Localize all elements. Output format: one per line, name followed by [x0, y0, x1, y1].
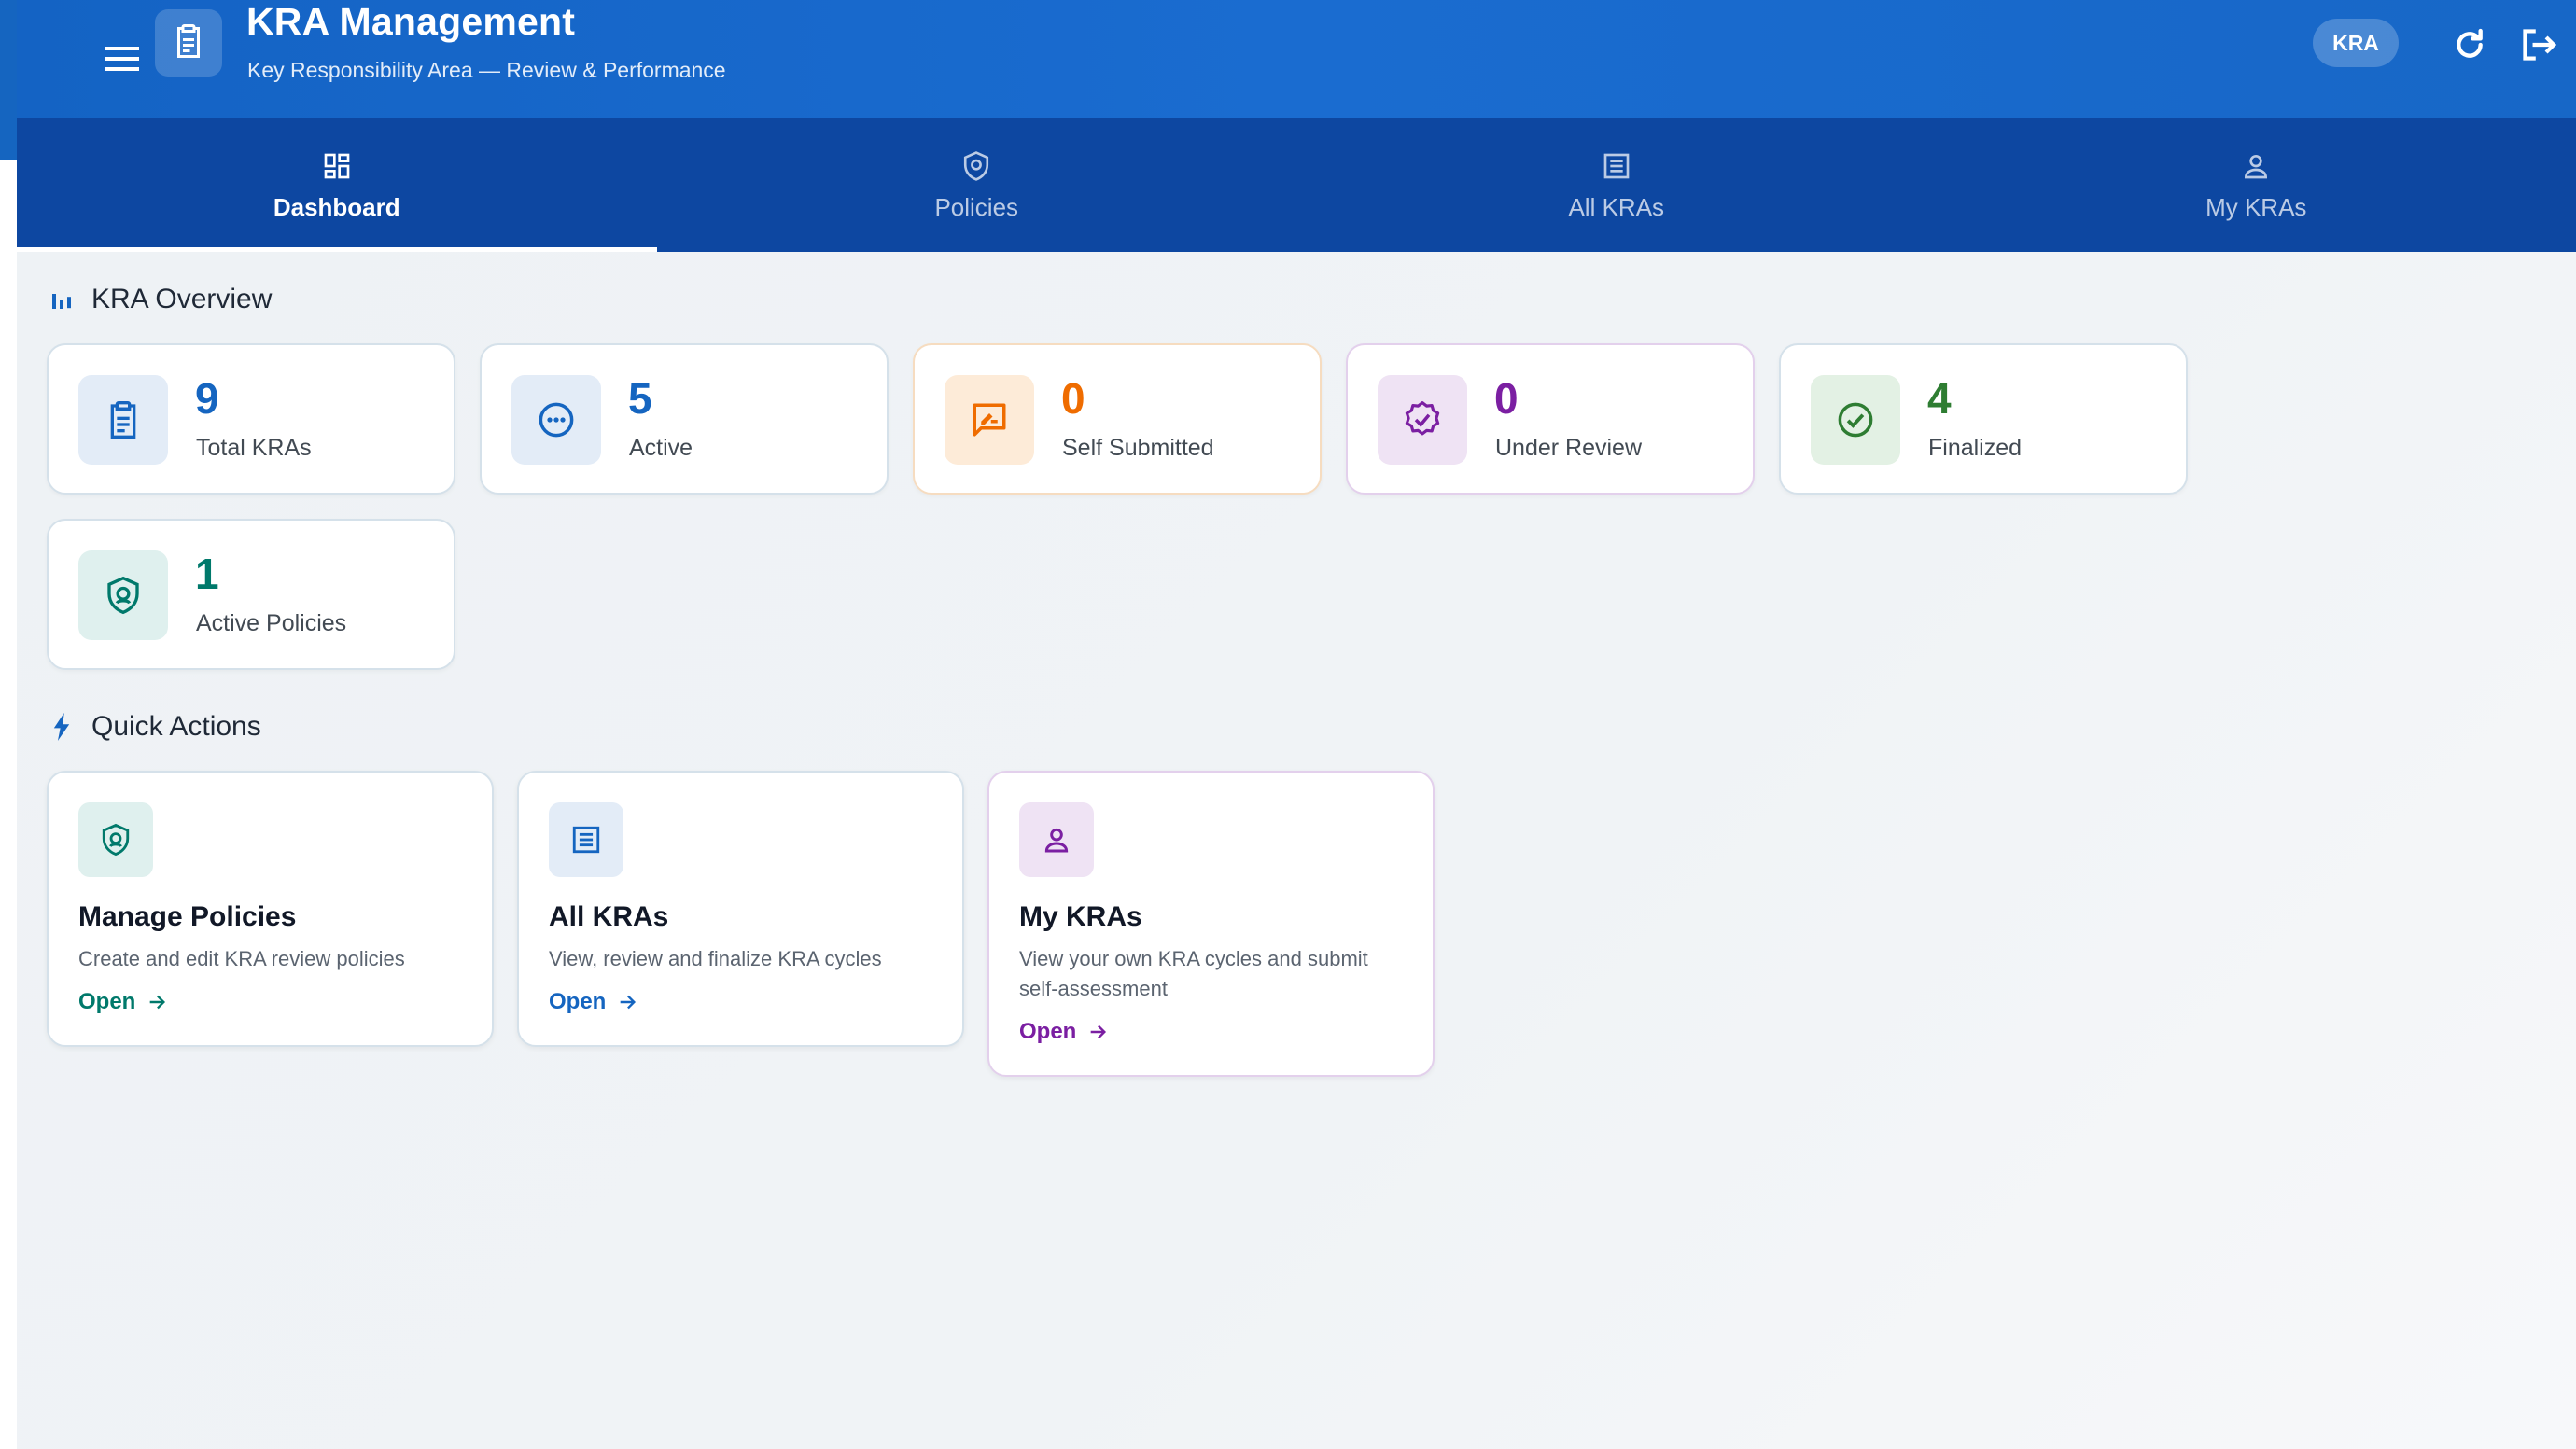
action-card-all-kras[interactable]: All KRAs View, review and finalize KRA c… [517, 771, 964, 1047]
list-icon [1602, 148, 1631, 184]
tab-my-kras[interactable]: My KRAs [1937, 118, 2576, 252]
menu-icon[interactable] [84, 21, 161, 97]
stat-value: 1 [195, 550, 219, 598]
person-icon [2241, 148, 2271, 184]
left-edge-strip [0, 0, 17, 1449]
stat-value: 0 [1061, 374, 1085, 423]
list-icon [549, 802, 623, 877]
shield-icon [78, 802, 153, 877]
clipboard-icon [78, 375, 168, 465]
action-card-manage-policies[interactable]: Manage Policies Create and edit KRA revi… [47, 771, 494, 1047]
tab-label: Dashboard [273, 192, 400, 221]
app-logo-badge [155, 9, 222, 77]
bar-chart-icon [49, 286, 75, 313]
quick-actions-title: Quick Actions [91, 711, 261, 742]
quick-actions-section-title: Quick Actions [49, 711, 261, 743]
kra-chip[interactable]: KRA [2313, 19, 2399, 67]
stat-label: Active [629, 435, 693, 461]
tab-label: My KRAs [2205, 192, 2307, 221]
stat-label: Active Policies [196, 610, 347, 636]
app-subtitle: Key Responsibility Area — Review & Perfo… [247, 58, 726, 82]
refresh-icon[interactable] [2442, 17, 2498, 73]
open-label: Open [78, 989, 136, 1014]
open-link[interactable]: Open [549, 989, 637, 1015]
check-circle-icon [1811, 375, 1900, 465]
stat-value: 9 [195, 374, 219, 423]
logout-icon[interactable] [2511, 17, 2567, 73]
rate-review-icon [945, 375, 1034, 465]
action-card-my-kras[interactable]: My KRAs View your own KRA cycles and sub… [987, 771, 1435, 1077]
overview-title: KRA Overview [91, 284, 273, 314]
stat-value: 0 [1494, 374, 1519, 423]
person-icon [1019, 802, 1094, 877]
clipboard-icon [172, 22, 205, 64]
stat-card-active-policies[interactable]: 1 Active Policies [47, 519, 455, 670]
action-title: All KRAs [549, 901, 669, 932]
arrow-right-icon [150, 995, 166, 1010]
arrow-right-icon [1091, 1024, 1107, 1039]
dashboard-icon [322, 148, 352, 184]
stat-label: Total KRAs [196, 435, 312, 461]
stat-label: Under Review [1495, 435, 1643, 461]
stat-card-total-kras[interactable]: 9 Total KRAs [47, 343, 455, 495]
app-title: KRA Management [246, 0, 576, 43]
stat-value: 5 [628, 374, 652, 423]
shield-icon [78, 550, 168, 640]
stat-value: 4 [1927, 374, 1952, 423]
tab-all-kras[interactable]: All KRAs [1296, 118, 1937, 252]
stat-label: Finalized [1928, 435, 2023, 461]
top-app-bar: KRA Management Key Responsibility Area —… [17, 0, 2576, 118]
tab-policies[interactable]: Policies [657, 118, 1297, 252]
tab-label: All KRAs [1568, 192, 1665, 221]
overview-section-title: KRA Overview [49, 284, 272, 315]
stat-card-finalized[interactable]: 4 Finalized [1779, 343, 2188, 495]
action-description: View your own KRA cycles and submit self… [1019, 947, 1368, 1000]
shield-icon [961, 148, 991, 184]
stat-label: Self Submitted [1062, 435, 1214, 461]
open-label: Open [549, 989, 607, 1014]
bolt-icon [49, 713, 75, 741]
app-window: KRA Management Key Responsibility Area —… [17, 0, 2576, 1449]
pending-icon [511, 375, 601, 465]
open-label: Open [1019, 1019, 1077, 1044]
tab-dashboard[interactable]: Dashboard [17, 118, 657, 252]
open-link[interactable]: Open [78, 989, 167, 1015]
stat-card-self-submitted[interactable]: 0 Self Submitted [913, 343, 1322, 495]
stat-card-active[interactable]: 5 Active [480, 343, 889, 495]
tab-label: Policies [934, 192, 1019, 221]
arrow-right-icon [621, 995, 637, 1010]
action-title: Manage Policies [78, 901, 297, 932]
open-link[interactable]: Open [1019, 1019, 1108, 1045]
action-description: Create and edit KRA review policies [78, 947, 405, 970]
action-description: View, review and finalize KRA cycles [549, 947, 882, 970]
action-title: My KRAs [1019, 901, 1142, 932]
nav-tabs: Dashboard Policies All KRAs My KRAs [17, 118, 2576, 252]
stat-card-under-review[interactable]: 0 Under Review [1346, 343, 1755, 495]
verified-icon [1378, 375, 1467, 465]
